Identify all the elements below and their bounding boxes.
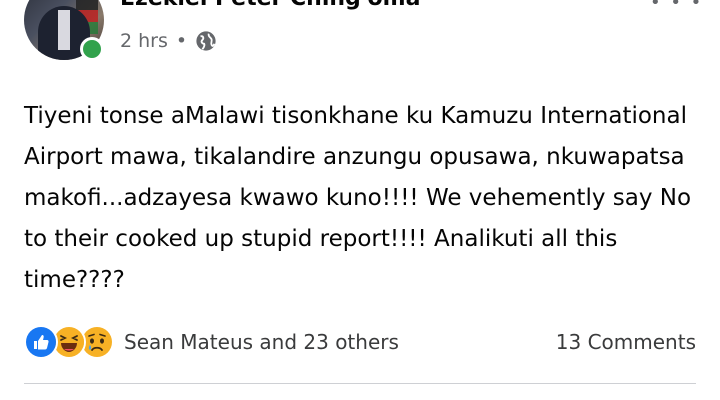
action-bar-divider <box>24 383 696 384</box>
online-status-indicator <box>80 37 104 61</box>
post-meta: 2 hrs • <box>120 30 217 52</box>
more-options-icon[interactable]: • • • <box>650 0 703 13</box>
globe-icon[interactable] <box>195 30 217 52</box>
post-timestamp[interactable]: 2 hrs <box>120 30 168 52</box>
profile-shirt <box>58 10 70 50</box>
like-icon <box>24 325 58 359</box>
reactors-label[interactable]: Sean Mateus and 23 others <box>124 330 399 354</box>
meta-separator: • <box>175 30 188 52</box>
post-body-text: Tiyeni tonse aMalawi tisonkhane ku Kamuz… <box>24 103 692 293</box>
reaction-summary[interactable]: Sean Mateus and 23 others <box>24 325 399 359</box>
post-author-name[interactable]: Ezekiel Peter Ching'oma <box>120 0 420 11</box>
comments-count-link[interactable]: 13 Comments <box>556 330 696 354</box>
